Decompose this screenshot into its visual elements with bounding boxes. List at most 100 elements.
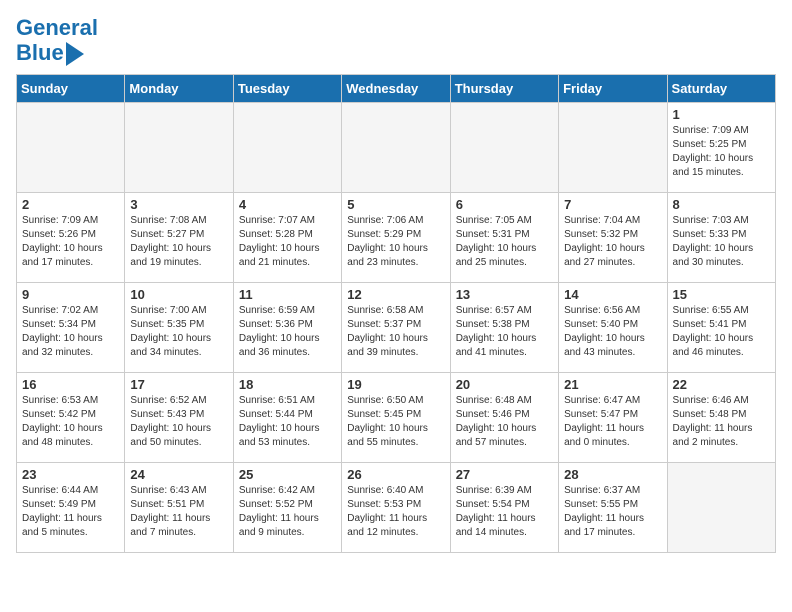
- day-cell: 11 Sunrise: 6:59 AM Sunset: 5:36 PM Dayli…: [233, 283, 341, 373]
- day-info: Sunrise: 6:59 AM Sunset: 5:36 PM Dayligh…: [239, 304, 336, 360]
- day-cell: 21 Sunrise: 6:47 AM Sunset: 5:47 PM Dayli…: [559, 373, 667, 463]
- day-number: 3: [130, 197, 227, 212]
- day-info: Sunrise: 7:09 AM Sunset: 5:26 PM Dayligh…: [22, 214, 119, 270]
- day-cell: 19 Sunrise: 6:50 AM Sunset: 5:45 PM Dayli…: [342, 373, 450, 463]
- day-info: Sunrise: 6:50 AM Sunset: 5:45 PM Dayligh…: [347, 394, 444, 450]
- day-info: Sunrise: 7:09 AM Sunset: 5:25 PM Dayligh…: [673, 124, 770, 180]
- day-cell: [233, 103, 341, 193]
- day-info: Sunrise: 6:37 AM Sunset: 5:55 PM Dayligh…: [564, 484, 661, 540]
- day-cell: 4 Sunrise: 7:07 AM Sunset: 5:28 PM Daylig…: [233, 193, 341, 283]
- day-cell: 23 Sunrise: 6:44 AM Sunset: 5:49 PM Dayli…: [17, 463, 125, 553]
- day-number: 11: [239, 287, 336, 302]
- day-number: 20: [456, 377, 553, 392]
- logo: General Blue: [16, 16, 98, 66]
- logo-arrow-icon: [66, 42, 84, 66]
- day-info: Sunrise: 6:58 AM Sunset: 5:37 PM Dayligh…: [347, 304, 444, 360]
- week-row-3: 9 Sunrise: 7:02 AM Sunset: 5:34 PM Daylig…: [17, 283, 776, 373]
- day-info: Sunrise: 7:05 AM Sunset: 5:31 PM Dayligh…: [456, 214, 553, 270]
- day-cell: 27 Sunrise: 6:39 AM Sunset: 5:54 PM Dayli…: [450, 463, 558, 553]
- day-info: Sunrise: 7:00 AM Sunset: 5:35 PM Dayligh…: [130, 304, 227, 360]
- day-cell: 22 Sunrise: 6:46 AM Sunset: 5:48 PM Dayli…: [667, 373, 775, 463]
- page-header: General Blue: [16, 16, 776, 66]
- day-cell: [17, 103, 125, 193]
- day-number: 26: [347, 467, 444, 482]
- day-cell: [450, 103, 558, 193]
- day-cell: [125, 103, 233, 193]
- day-cell: 16 Sunrise: 6:53 AM Sunset: 5:42 PM Dayli…: [17, 373, 125, 463]
- day-info: Sunrise: 6:39 AM Sunset: 5:54 PM Dayligh…: [456, 484, 553, 540]
- day-info: Sunrise: 6:47 AM Sunset: 5:47 PM Dayligh…: [564, 394, 661, 450]
- day-header-wednesday: Wednesday: [342, 75, 450, 103]
- day-number: 22: [673, 377, 770, 392]
- day-number: 23: [22, 467, 119, 482]
- day-info: Sunrise: 6:43 AM Sunset: 5:51 PM Dayligh…: [130, 484, 227, 540]
- week-row-4: 16 Sunrise: 6:53 AM Sunset: 5:42 PM Dayli…: [17, 373, 776, 463]
- day-number: 12: [347, 287, 444, 302]
- day-number: 9: [22, 287, 119, 302]
- day-number: 1: [673, 107, 770, 122]
- day-cell: 14 Sunrise: 6:56 AM Sunset: 5:40 PM Dayli…: [559, 283, 667, 373]
- week-row-2: 2 Sunrise: 7:09 AM Sunset: 5:26 PM Daylig…: [17, 193, 776, 283]
- day-info: Sunrise: 6:52 AM Sunset: 5:43 PM Dayligh…: [130, 394, 227, 450]
- day-number: 10: [130, 287, 227, 302]
- day-cell: 10 Sunrise: 7:00 AM Sunset: 5:35 PM Dayli…: [125, 283, 233, 373]
- day-cell: 3 Sunrise: 7:08 AM Sunset: 5:27 PM Daylig…: [125, 193, 233, 283]
- day-info: Sunrise: 6:53 AM Sunset: 5:42 PM Dayligh…: [22, 394, 119, 450]
- day-cell: 20 Sunrise: 6:48 AM Sunset: 5:46 PM Dayli…: [450, 373, 558, 463]
- calendar-header-row: SundayMondayTuesdayWednesdayThursdayFrid…: [17, 75, 776, 103]
- day-cell: 5 Sunrise: 7:06 AM Sunset: 5:29 PM Daylig…: [342, 193, 450, 283]
- day-number: 5: [347, 197, 444, 212]
- day-cell: 25 Sunrise: 6:42 AM Sunset: 5:52 PM Dayli…: [233, 463, 341, 553]
- day-number: 18: [239, 377, 336, 392]
- day-number: 19: [347, 377, 444, 392]
- day-cell: 1 Sunrise: 7:09 AM Sunset: 5:25 PM Daylig…: [667, 103, 775, 193]
- day-number: 2: [22, 197, 119, 212]
- day-number: 21: [564, 377, 661, 392]
- day-cell: 9 Sunrise: 7:02 AM Sunset: 5:34 PM Daylig…: [17, 283, 125, 373]
- day-cell: 17 Sunrise: 6:52 AM Sunset: 5:43 PM Dayli…: [125, 373, 233, 463]
- day-cell: [667, 463, 775, 553]
- day-header-saturday: Saturday: [667, 75, 775, 103]
- day-number: 7: [564, 197, 661, 212]
- day-number: 4: [239, 197, 336, 212]
- day-number: 28: [564, 467, 661, 482]
- day-cell: 13 Sunrise: 6:57 AM Sunset: 5:38 PM Dayli…: [450, 283, 558, 373]
- day-number: 17: [130, 377, 227, 392]
- day-number: 27: [456, 467, 553, 482]
- day-info: Sunrise: 7:02 AM Sunset: 5:34 PM Dayligh…: [22, 304, 119, 360]
- week-row-1: 1 Sunrise: 7:09 AM Sunset: 5:25 PM Daylig…: [17, 103, 776, 193]
- day-info: Sunrise: 6:48 AM Sunset: 5:46 PM Dayligh…: [456, 394, 553, 450]
- day-cell: 26 Sunrise: 6:40 AM Sunset: 5:53 PM Dayli…: [342, 463, 450, 553]
- day-info: Sunrise: 7:04 AM Sunset: 5:32 PM Dayligh…: [564, 214, 661, 270]
- day-info: Sunrise: 6:46 AM Sunset: 5:48 PM Dayligh…: [673, 394, 770, 450]
- day-number: 14: [564, 287, 661, 302]
- day-info: Sunrise: 6:55 AM Sunset: 5:41 PM Dayligh…: [673, 304, 770, 360]
- day-info: Sunrise: 6:51 AM Sunset: 5:44 PM Dayligh…: [239, 394, 336, 450]
- day-info: Sunrise: 6:44 AM Sunset: 5:49 PM Dayligh…: [22, 484, 119, 540]
- day-info: Sunrise: 6:56 AM Sunset: 5:40 PM Dayligh…: [564, 304, 661, 360]
- day-info: Sunrise: 7:06 AM Sunset: 5:29 PM Dayligh…: [347, 214, 444, 270]
- day-info: Sunrise: 7:08 AM Sunset: 5:27 PM Dayligh…: [130, 214, 227, 270]
- day-header-sunday: Sunday: [17, 75, 125, 103]
- day-cell: 6 Sunrise: 7:05 AM Sunset: 5:31 PM Daylig…: [450, 193, 558, 283]
- day-header-monday: Monday: [125, 75, 233, 103]
- day-info: Sunrise: 7:07 AM Sunset: 5:28 PM Dayligh…: [239, 214, 336, 270]
- day-number: 6: [456, 197, 553, 212]
- day-cell: [559, 103, 667, 193]
- day-info: Sunrise: 7:03 AM Sunset: 5:33 PM Dayligh…: [673, 214, 770, 270]
- day-cell: 28 Sunrise: 6:37 AM Sunset: 5:55 PM Dayli…: [559, 463, 667, 553]
- day-info: Sunrise: 6:42 AM Sunset: 5:52 PM Dayligh…: [239, 484, 336, 540]
- calendar-body: 1 Sunrise: 7:09 AM Sunset: 5:25 PM Daylig…: [17, 103, 776, 553]
- week-row-5: 23 Sunrise: 6:44 AM Sunset: 5:49 PM Dayli…: [17, 463, 776, 553]
- day-info: Sunrise: 6:40 AM Sunset: 5:53 PM Dayligh…: [347, 484, 444, 540]
- day-cell: [342, 103, 450, 193]
- day-number: 16: [22, 377, 119, 392]
- day-number: 24: [130, 467, 227, 482]
- day-info: Sunrise: 6:57 AM Sunset: 5:38 PM Dayligh…: [456, 304, 553, 360]
- day-cell: 24 Sunrise: 6:43 AM Sunset: 5:51 PM Dayli…: [125, 463, 233, 553]
- day-number: 25: [239, 467, 336, 482]
- day-cell: 2 Sunrise: 7:09 AM Sunset: 5:26 PM Daylig…: [17, 193, 125, 283]
- day-cell: 18 Sunrise: 6:51 AM Sunset: 5:44 PM Dayli…: [233, 373, 341, 463]
- day-number: 8: [673, 197, 770, 212]
- day-number: 13: [456, 287, 553, 302]
